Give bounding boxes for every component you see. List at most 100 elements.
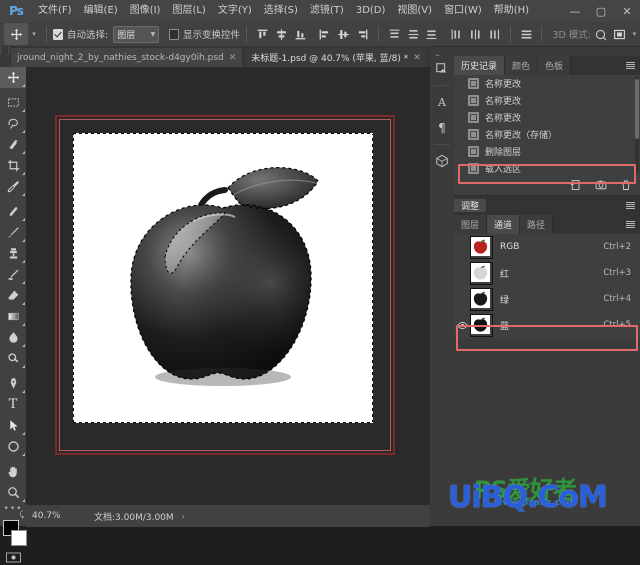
panel-menu-icon[interactable]: [625, 60, 636, 71]
pen-tool[interactable]: [0, 373, 26, 394]
create-snapshot-icon[interactable]: [595, 179, 607, 194]
path-selection-tool[interactable]: [0, 415, 26, 436]
channel-name-rgb: RGB: [500, 242, 520, 252]
background-color-swatch[interactable]: [11, 530, 27, 546]
align-top-edges-icon[interactable]: [254, 25, 271, 43]
menu-select[interactable]: 选择(S): [258, 0, 304, 22]
paragraph-panel-icon[interactable]: ¶: [430, 115, 454, 141]
tab-color[interactable]: 颜色: [505, 56, 539, 75]
distribute-right-edges-icon[interactable]: [486, 25, 503, 43]
auto-select-checkbox[interactable]: [52, 28, 63, 40]
distribute-horizontal-centers-icon[interactable]: [467, 25, 484, 43]
quick-selection-tool[interactable]: [0, 134, 26, 155]
clone-stamp-tool[interactable]: [0, 243, 26, 264]
history-item-1[interactable]: 名称更改: [454, 92, 640, 109]
document-size: 文档:3.00M/3.00M: [94, 512, 174, 523]
document-window[interactable]: [55, 115, 395, 455]
tools-panel: T ••• ⤹: [0, 67, 27, 562]
history-item-5[interactable]: 载入选区: [454, 160, 640, 177]
delete-state-icon[interactable]: [620, 179, 632, 194]
swap-colors-icon[interactable]: ⤹: [19, 510, 24, 520]
distribute-top-edges-icon[interactable]: [386, 25, 403, 43]
tab-channels[interactable]: 通道: [487, 215, 521, 234]
options-overflow-chevron-icon[interactable]: ▾: [629, 23, 640, 45]
distribute-vertical-centers-icon[interactable]: [405, 25, 422, 43]
move-tool[interactable]: [0, 67, 26, 88]
hand-tool[interactable]: [0, 461, 26, 482]
shape-tool[interactable]: [0, 436, 26, 457]
panel-menu-icon[interactable]: [625, 200, 636, 211]
tab-history[interactable]: 历史记录: [454, 56, 506, 75]
menu-image[interactable]: 图像(I): [124, 0, 167, 22]
channel-row-green[interactable]: 绿 Ctrl+4: [454, 286, 640, 312]
rotate-3d-icon[interactable]: [592, 25, 609, 43]
zoom-tool[interactable]: [0, 482, 26, 503]
eyedropper-tool[interactable]: [0, 176, 26, 197]
document-tab-2[interactable]: 未标题-1.psd @ 40.7% (苹果, 蓝/8) * ✕: [244, 47, 428, 67]
menu-view[interactable]: 视图(V): [391, 0, 438, 22]
align-horizontal-centers-icon[interactable]: [335, 25, 352, 43]
status-expand-icon[interactable]: ›: [182, 512, 185, 521]
maximize-button[interactable]: ▢: [588, 0, 614, 22]
align-vertical-centers-icon[interactable]: [273, 25, 290, 43]
blur-tool[interactable]: [0, 327, 26, 348]
history-brush-tool[interactable]: [0, 264, 26, 285]
document-tab-1[interactable]: jround_night_2_by_nathies_stock-d4gy0ih.…: [10, 47, 244, 67]
menu-3d[interactable]: 3D(D): [350, 0, 392, 22]
3d-panel-icon[interactable]: [430, 148, 454, 174]
new-document-from-state-icon[interactable]: [570, 179, 582, 194]
channel-row-rgb[interactable]: RGB Ctrl+2: [454, 234, 640, 260]
healing-brush-tool[interactable]: [0, 201, 26, 222]
tab-swatches[interactable]: 色板: [538, 56, 572, 75]
crop-tool[interactable]: [0, 155, 26, 176]
type-tool[interactable]: T: [0, 394, 26, 415]
close-icon[interactable]: ✕: [413, 53, 421, 63]
history-item-3[interactable]: 名称更改（存储）: [454, 126, 640, 143]
quick-mask-button[interactable]: [0, 549, 26, 565]
zoom-level[interactable]: 40.7%: [26, 511, 94, 521]
history-item-2[interactable]: 名称更改: [454, 109, 640, 126]
align-bottom-edges-icon[interactable]: [292, 25, 309, 43]
tool-preset-chevron-icon[interactable]: ▾: [28, 23, 39, 45]
gradient-tool[interactable]: [0, 306, 26, 327]
brush-tool[interactable]: [0, 222, 26, 243]
distribute-left-edges-icon[interactable]: [448, 25, 465, 43]
align-left-edges-icon[interactable]: [316, 25, 333, 43]
adjustments-panel-header[interactable]: 调整: [454, 195, 640, 215]
lasso-tool[interactable]: [0, 113, 26, 134]
menu-filter[interactable]: 滤镜(T): [304, 0, 350, 22]
menu-edit[interactable]: 编辑(E): [78, 0, 124, 22]
channel-row-blue[interactable]: 蓝 Ctrl+5: [454, 312, 640, 338]
eraser-tool[interactable]: [0, 285, 26, 306]
canvas-area[interactable]: [26, 67, 430, 504]
history-item-4[interactable]: 删除图层: [454, 143, 640, 160]
selection-outline: [130, 166, 319, 380]
distribute-spacing-icon[interactable]: [518, 25, 535, 43]
tab-paths[interactable]: 路径: [520, 215, 554, 234]
character-panel-icon[interactable]: A: [430, 89, 454, 115]
document-canvas[interactable]: [73, 133, 373, 423]
tab-layers[interactable]: 图层: [454, 215, 488, 234]
align-right-edges-icon[interactable]: [354, 25, 371, 43]
mini-bridge-icon[interactable]: [430, 56, 454, 82]
auto-select-target-dropdown[interactable]: 图层 ▼: [113, 25, 160, 43]
frame-icon[interactable]: [611, 25, 628, 43]
menu-layer[interactable]: 图层(L): [166, 0, 211, 22]
panel-menu-icon[interactable]: [625, 219, 636, 230]
menu-type[interactable]: 文字(Y): [212, 0, 258, 22]
menu-window[interactable]: 窗口(W): [438, 0, 488, 22]
menu-file[interactable]: 文件(F): [32, 0, 78, 22]
dodge-tool[interactable]: [0, 348, 26, 369]
close-icon[interactable]: ✕: [229, 53, 237, 63]
history-item-0[interactable]: 名称更改: [454, 75, 640, 92]
marquee-tool[interactable]: [0, 92, 26, 113]
channel-row-red[interactable]: 红 Ctrl+3: [454, 260, 640, 286]
minimize-button[interactable]: —: [562, 0, 588, 22]
show-transform-checkbox[interactable]: [168, 28, 180, 40]
menu-help[interactable]: 帮助(H): [488, 0, 535, 22]
move-tool-icon[interactable]: [4, 23, 29, 45]
tab-bar-grip[interactable]: ⋮⋮: [0, 45, 13, 67]
visibility-eye-icon[interactable]: [454, 321, 470, 330]
close-button[interactable]: ✕: [614, 0, 640, 22]
distribute-bottom-edges-icon[interactable]: [424, 25, 441, 43]
